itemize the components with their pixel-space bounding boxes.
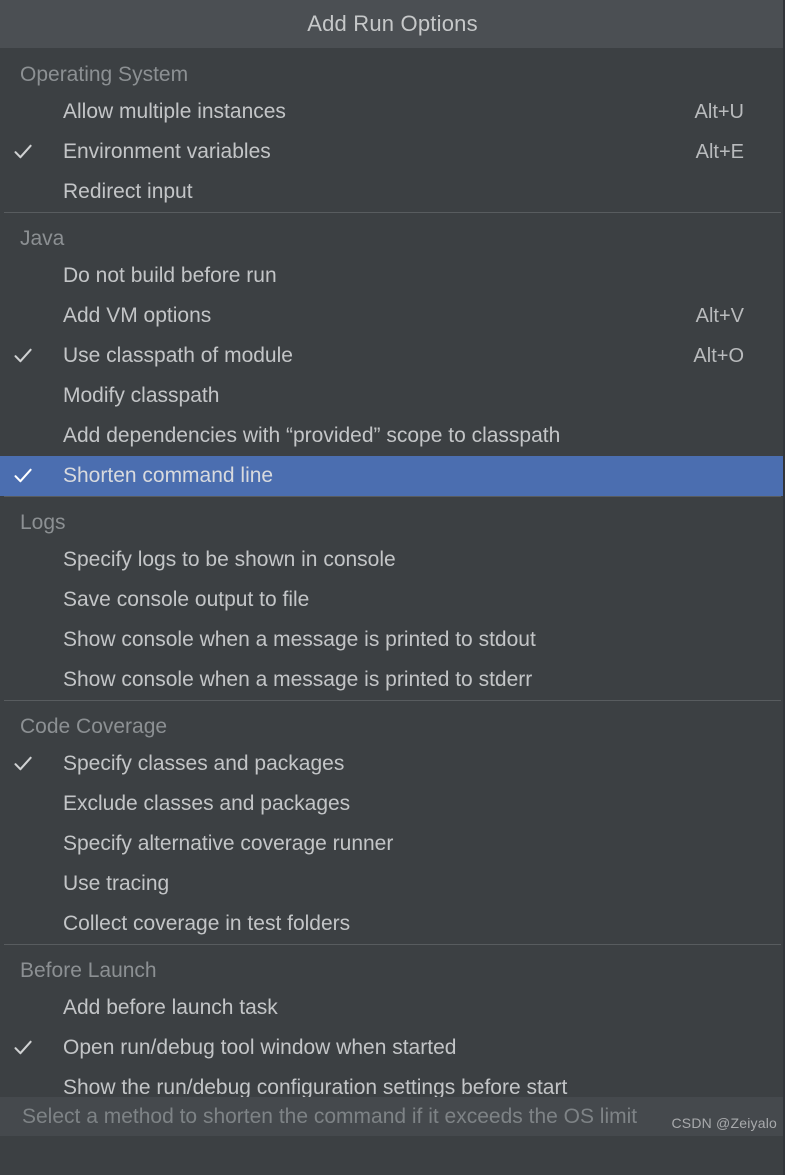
menu-item[interactable]: Redirect input [0, 172, 785, 212]
menu-item-label: Shorten command line [63, 464, 274, 487]
menu-item-label: Specify classes and packages [63, 752, 345, 775]
menu-item[interactable]: Allow multiple instances Alt+U [0, 92, 785, 132]
menu-item-label: Environment variables [63, 140, 271, 163]
menu-item[interactable]: Use classpath of module Alt+O [0, 336, 785, 376]
check-icon [0, 172, 63, 212]
menu-item-label: Add dependencies with “provided” scope t… [63, 424, 561, 447]
check-icon [0, 132, 63, 172]
menu-group: Code Coverage Specify classes and package… [0, 700, 785, 944]
menu-item-shortcut: Alt+U [694, 100, 744, 123]
check-icon [0, 620, 63, 660]
check-icon [0, 904, 63, 944]
popup-title: Add Run Options [307, 11, 478, 36]
menu-item-shortcut: Alt+O [693, 344, 744, 367]
menu-item[interactable]: Environment variables Alt+E [0, 132, 785, 172]
footer-hint-text: Select a method to shorten the command i… [22, 1104, 638, 1128]
menu-item-shortcut: Alt+E [695, 140, 744, 163]
group-header: Before Launch [20, 959, 157, 982]
menu-item-label: Specify alternative coverage runner [63, 832, 394, 855]
menu-item[interactable]: Modify classpath [0, 376, 785, 416]
menu-item[interactable]: Exclude classes and packages [0, 784, 785, 824]
check-icon [0, 540, 63, 580]
menu-item-label: Add before launch task [63, 996, 278, 1019]
check-icon [0, 92, 63, 132]
add-run-options-popup: Add Run Options Operating System Allow mu… [0, 0, 785, 1175]
menu-item-label: Collect coverage in test folders [63, 912, 351, 935]
menu-item-label: Specify logs to be shown in console [63, 548, 396, 571]
popup-titlebar: Add Run Options [0, 0, 785, 48]
check-icon [0, 376, 63, 416]
menu-item[interactable]: Add before launch task [0, 988, 785, 1028]
menu-item-label: Redirect input [63, 180, 193, 203]
footer-hint-bar: Select a method to shorten the command i… [0, 1097, 785, 1136]
group-header: Code Coverage [20, 715, 168, 738]
group-header: Operating System [20, 63, 189, 86]
group-header: Java [20, 227, 65, 250]
check-icon [0, 824, 63, 864]
check-icon [0, 416, 63, 456]
menu-item[interactable]: Open run/debug tool window when started [0, 1028, 785, 1068]
menu-group: Java Do not build before run Add VM option… [0, 212, 785, 496]
check-icon [0, 456, 63, 496]
menu-body: Operating System Allow multiple instances… [0, 48, 785, 1136]
menu-item-label: Allow multiple instances [63, 100, 286, 123]
menu-group: Logs Specify logs to be shown in console S… [0, 496, 785, 700]
check-icon [0, 580, 63, 620]
check-icon [0, 1028, 63, 1068]
menu-group: Operating System Allow multiple instances… [0, 58, 785, 212]
check-icon [0, 660, 63, 700]
check-icon [0, 336, 63, 376]
menu-item-label: Show console when a message is printed t… [63, 668, 533, 691]
menu-item-label: Open run/debug tool window when started [63, 1036, 457, 1059]
menu-item[interactable]: Use tracing [0, 864, 785, 904]
menu-item[interactable]: Specify alternative coverage runner [0, 824, 785, 864]
menu-item[interactable]: Add dependencies with “provided” scope t… [0, 416, 785, 456]
menu-item[interactable]: Shorten command line [0, 456, 785, 496]
check-icon [0, 784, 63, 824]
menu-item[interactable]: Do not build before run [0, 256, 785, 296]
menu-item[interactable]: Specify logs to be shown in console [0, 540, 785, 580]
menu-item-label: Show console when a message is printed t… [63, 628, 536, 651]
check-icon [0, 988, 63, 1028]
menu-item-shortcut: Alt+V [695, 304, 744, 327]
check-icon [0, 296, 63, 336]
menu-item[interactable]: Show console when a message is printed t… [0, 660, 785, 700]
menu-item-label: Save console output to file [63, 588, 310, 611]
menu-item[interactable]: Save console output to file [0, 580, 785, 620]
check-icon [0, 256, 63, 296]
group-header: Logs [20, 511, 66, 534]
check-icon [0, 864, 63, 904]
menu-item[interactable]: Collect coverage in test folders [0, 904, 785, 944]
menu-item-label: Use tracing [63, 872, 170, 895]
menu-item[interactable]: Add VM options Alt+V [0, 296, 785, 336]
menu-item[interactable]: Specify classes and packages [0, 744, 785, 784]
menu-item[interactable]: Show console when a message is printed t… [0, 620, 785, 660]
menu-item-label: Modify classpath [63, 384, 220, 407]
menu-groups: Operating System Allow multiple instances… [0, 58, 785, 1108]
menu-item-label: Use classpath of module [63, 344, 293, 367]
check-icon [0, 744, 63, 784]
menu-item-label: Do not build before run [63, 264, 277, 287]
menu-item-label: Exclude classes and packages [63, 792, 351, 815]
menu-group: Before Launch Add before launch task Open … [0, 944, 785, 1108]
menu-item-label: Add VM options [63, 304, 212, 327]
